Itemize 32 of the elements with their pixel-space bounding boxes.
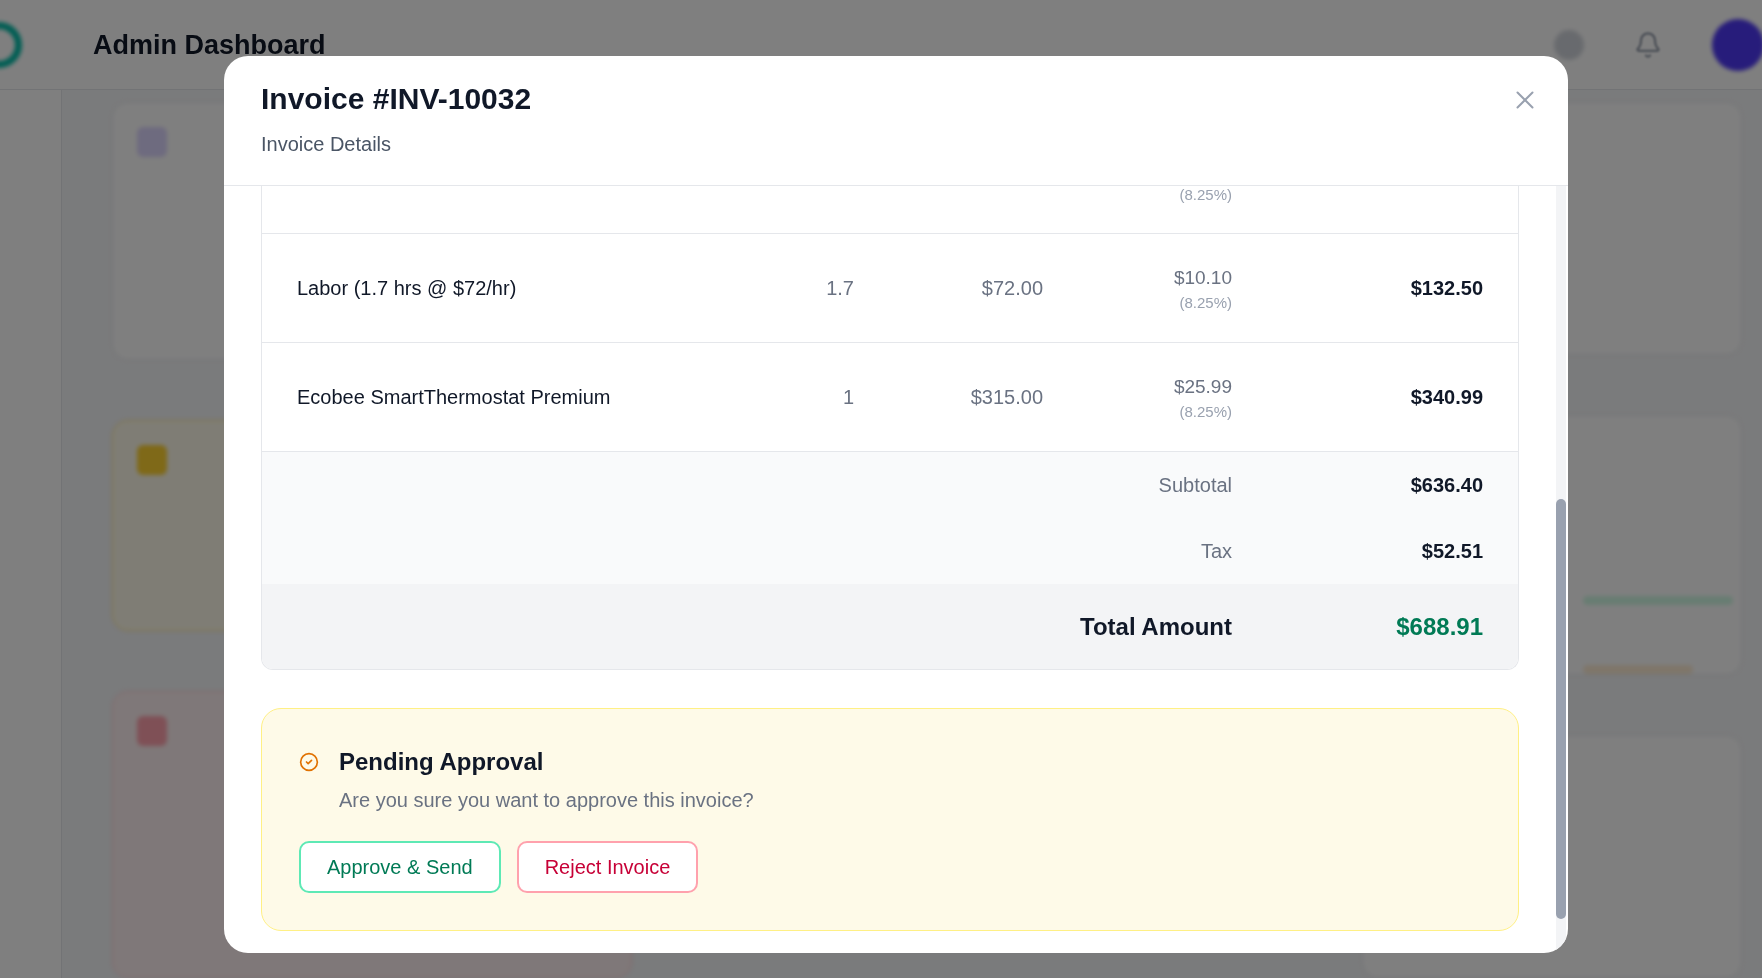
modal-subtitle: Invoice Details	[261, 132, 393, 157]
summary-label: Subtotal	[1158, 473, 1232, 498]
item-total: $340.99	[1410, 385, 1483, 410]
item-description: Labor (1.7 hrs @ $72/hr)	[297, 276, 518, 301]
summary-value: $636.40	[1410, 473, 1483, 498]
square-icon	[137, 445, 167, 476]
summary-value: $52.51	[1421, 539, 1483, 564]
approve-button[interactable]: Approve & Send	[299, 841, 501, 893]
item-unit-price: $315.00	[970, 385, 1043, 410]
approval-title: Pending Approval	[339, 747, 544, 777]
item-tax: $25.99	[1173, 374, 1232, 399]
reject-button[interactable]: Reject Invoice	[516, 841, 699, 893]
item-tax: $10.10	[1173, 265, 1232, 290]
item-description: Ecobee SmartThermostat Premium	[297, 385, 612, 410]
bell-icon	[1634, 30, 1662, 59]
page-title: Admin Dashboard	[93, 28, 326, 62]
item-quantity: 1	[842, 385, 854, 410]
item-tax-rate: (8.25%)	[1179, 293, 1232, 312]
item-quantity: 1.7	[826, 276, 854, 301]
modal-title: Invoice #INV-10032	[261, 81, 532, 117]
avatar-icon	[1712, 18, 1762, 71]
pending-check-icon	[299, 752, 319, 772]
summary-label: Tax	[1200, 539, 1232, 564]
scrollbar-thumb[interactable]	[1556, 499, 1566, 919]
item-tax-rate: (8.25%)	[1179, 186, 1232, 204]
square-icon	[137, 716, 167, 747]
item-tax-rate: (8.25%)	[1179, 402, 1232, 421]
total-value: $688.91	[1396, 611, 1483, 642]
approval-message: Are you sure you want to approve this invoice?	[339, 789, 754, 811]
item-unit-price: $72.00	[981, 276, 1043, 301]
item-total: $132.50	[1410, 276, 1483, 301]
total-label: Total Amount	[1080, 611, 1232, 642]
